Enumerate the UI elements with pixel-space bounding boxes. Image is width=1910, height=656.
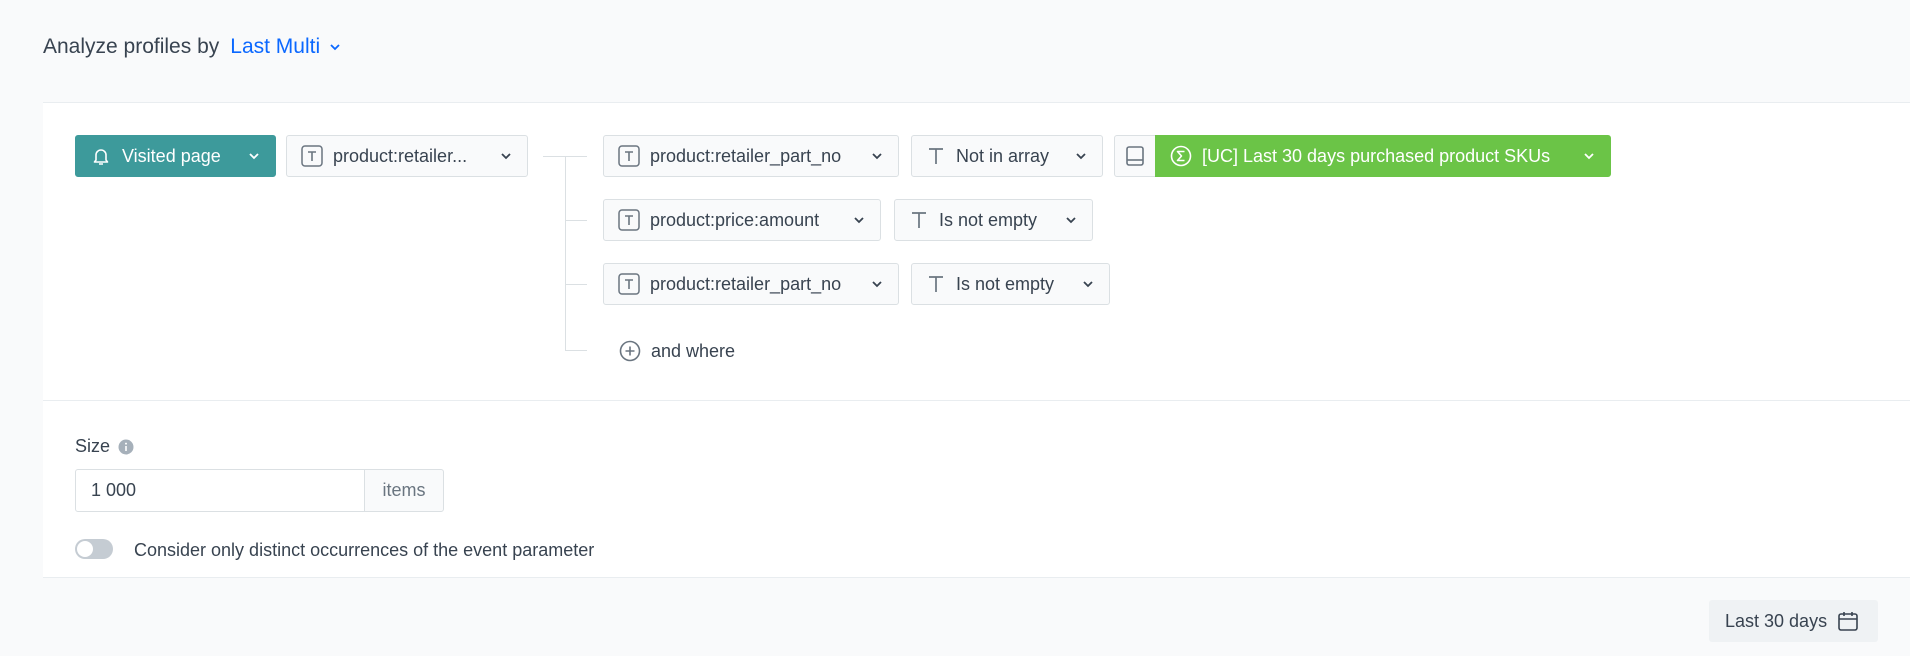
size-label: Size [75, 436, 134, 457]
distinct-occurrences-label: Consider only distinct occurrences of th… [134, 540, 595, 560]
condition-operator-label: Not in array [956, 145, 1050, 166]
text-operator-icon [909, 210, 929, 230]
analysis-card: Visited page product:retailer... product… [43, 102, 1910, 656]
condition-operator-dropdown[interactable]: Is not empty [894, 199, 1093, 241]
analyze-by-dropdown[interactable]: Last Multi [230, 35, 342, 59]
size-input[interactable] [75, 469, 365, 512]
text-operator-icon [926, 146, 946, 166]
analyze-label: Analyze profiles by [43, 35, 220, 58]
sigma-icon [1170, 145, 1192, 167]
date-range-button[interactable]: Last 30 days [1709, 600, 1878, 642]
filter-section: Visited page product:retailer... product… [43, 103, 1910, 401]
text-type-icon [301, 145, 323, 167]
condition-operator-label: Is not empty [939, 209, 1038, 230]
condition-field-label: product:price:amount [650, 209, 820, 230]
event-label: Visited page [122, 145, 221, 166]
chevron-down-icon [499, 149, 513, 163]
chevron-down-icon [1064, 213, 1078, 227]
value-type-button[interactable] [1114, 135, 1156, 177]
chevron-down-icon [1582, 149, 1596, 163]
event-parameter-dropdown[interactable]: product:retailer... [286, 135, 528, 177]
tree-branch [565, 350, 587, 351]
condition-operator-dropdown[interactable]: Is not empty [911, 263, 1110, 305]
card-footer [43, 577, 1910, 656]
text-operator-icon [926, 274, 946, 294]
event-parameter-label: product:retailer... [333, 145, 468, 166]
condition-value-label: [UC] Last 30 days purchased product SKUs [1202, 145, 1551, 166]
calendar-icon [1838, 612, 1858, 631]
chevron-down-icon [852, 213, 866, 227]
condition-field-label: product:retailer_part_no [650, 273, 842, 294]
condition-field-dropdown[interactable]: product:retailer_part_no [603, 135, 899, 177]
text-type-icon [618, 209, 640, 231]
chevron-down-icon [247, 149, 261, 163]
add-condition-label: and where [651, 340, 736, 361]
condition-value-dropdown[interactable]: [UC] Last 30 days purchased product SKUs [1155, 135, 1611, 177]
condition-field-dropdown[interactable]: product:price:amount [603, 199, 881, 241]
chevron-down-icon [1074, 149, 1088, 163]
condition-operator-dropdown[interactable]: Not in array [911, 135, 1103, 177]
condition-field-label: product:retailer_part_no [650, 145, 842, 166]
toggle-knob [77, 541, 93, 557]
size-unit: items [364, 469, 444, 512]
condition-operator-label: Is not empty [956, 273, 1055, 294]
plus-circle-icon [619, 340, 641, 362]
text-type-icon [618, 273, 640, 295]
event-dropdown[interactable]: Visited page [75, 135, 276, 177]
chevron-down-icon [1081, 277, 1095, 291]
tree-trunk [565, 156, 566, 351]
analyze-by-value: Last Multi [230, 35, 321, 58]
catalog-icon [1126, 146, 1144, 166]
chevron-down-icon [870, 277, 884, 291]
condition-field-dropdown[interactable]: product:retailer_part_no [603, 263, 899, 305]
info-icon[interactable] [118, 439, 134, 455]
tree-branch [565, 284, 587, 285]
add-condition-button[interactable]: and where [619, 336, 735, 366]
date-range-label: Last 30 days [1725, 610, 1828, 631]
distinct-occurrences-toggle[interactable] [75, 539, 113, 559]
tree-branch [565, 220, 587, 221]
bell-icon [90, 145, 112, 167]
size-label-text: Size [75, 436, 111, 456]
chevron-down-icon [870, 149, 884, 163]
analyze-header: Analyze profiles by Last Multi [43, 30, 342, 64]
text-type-icon [618, 145, 640, 167]
chevron-down-icon [330, 44, 340, 51]
